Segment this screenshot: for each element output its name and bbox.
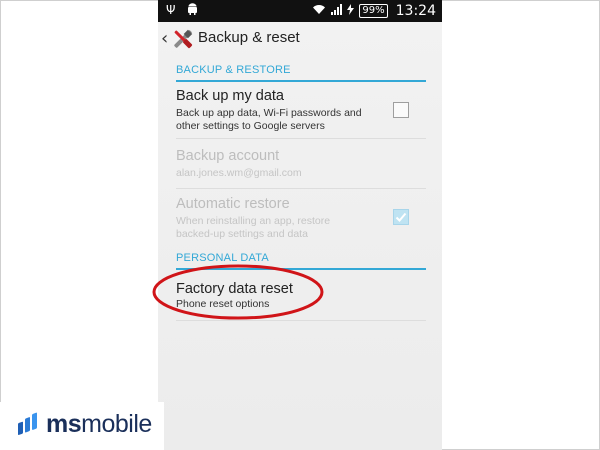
msmobile-logo-icon — [18, 412, 37, 435]
status-clock: 13:24 — [395, 3, 436, 19]
phone-screen: Ψ 99% 13:24 ‹ Backup & reset BACKUP & RE… — [158, 0, 442, 450]
setting-back-up-my-data[interactable]: Back up my data Back up app data, Wi-Fi … — [176, 88, 426, 133]
android-icon — [187, 3, 198, 17]
status-bar: Ψ 99% 13:24 — [158, 0, 442, 22]
page-title: Backup & reset — [198, 29, 300, 46]
setting-title: Backup account — [176, 148, 280, 164]
setting-summary: alan.jones.wm@gmail.com — [176, 167, 302, 179]
automatic-restore-checkbox[interactable] — [393, 209, 409, 225]
highlight-circle-annotation — [152, 264, 324, 320]
setting-summary: Back up app data, Wi-Fi passwords and ot… — [176, 107, 362, 132]
tools-icon[interactable] — [170, 26, 196, 52]
checkmark-icon — [395, 212, 407, 222]
wifi-icon — [312, 4, 326, 18]
setting-title: Automatic restore — [176, 196, 290, 212]
usb-icon: Ψ — [166, 3, 176, 17]
setting-backup-account[interactable]: Backup account alan.jones.wm@gmail.com — [176, 148, 426, 180]
battery-indicator: 99% — [359, 4, 388, 18]
logo-wordmark: msmobile — [46, 410, 152, 438]
msmobile-logo: msmobile — [0, 402, 164, 450]
back-up-my-data-checkbox[interactable] — [393, 102, 409, 118]
setting-title: Back up my data — [176, 88, 284, 104]
section-header-backup-restore: BACKUP & RESTORE — [176, 64, 426, 82]
setting-automatic-restore[interactable]: Automatic restore When reinstalling an a… — [176, 196, 426, 241]
divider — [176, 188, 426, 189]
divider — [176, 138, 426, 139]
setting-summary: When reinstalling an app, restore backed… — [176, 215, 331, 240]
signal-icon — [331, 4, 343, 18]
back-chevron-icon[interactable]: ‹ — [161, 28, 168, 49]
action-bar: ‹ Backup & reset — [158, 22, 442, 58]
charging-icon — [347, 4, 355, 18]
